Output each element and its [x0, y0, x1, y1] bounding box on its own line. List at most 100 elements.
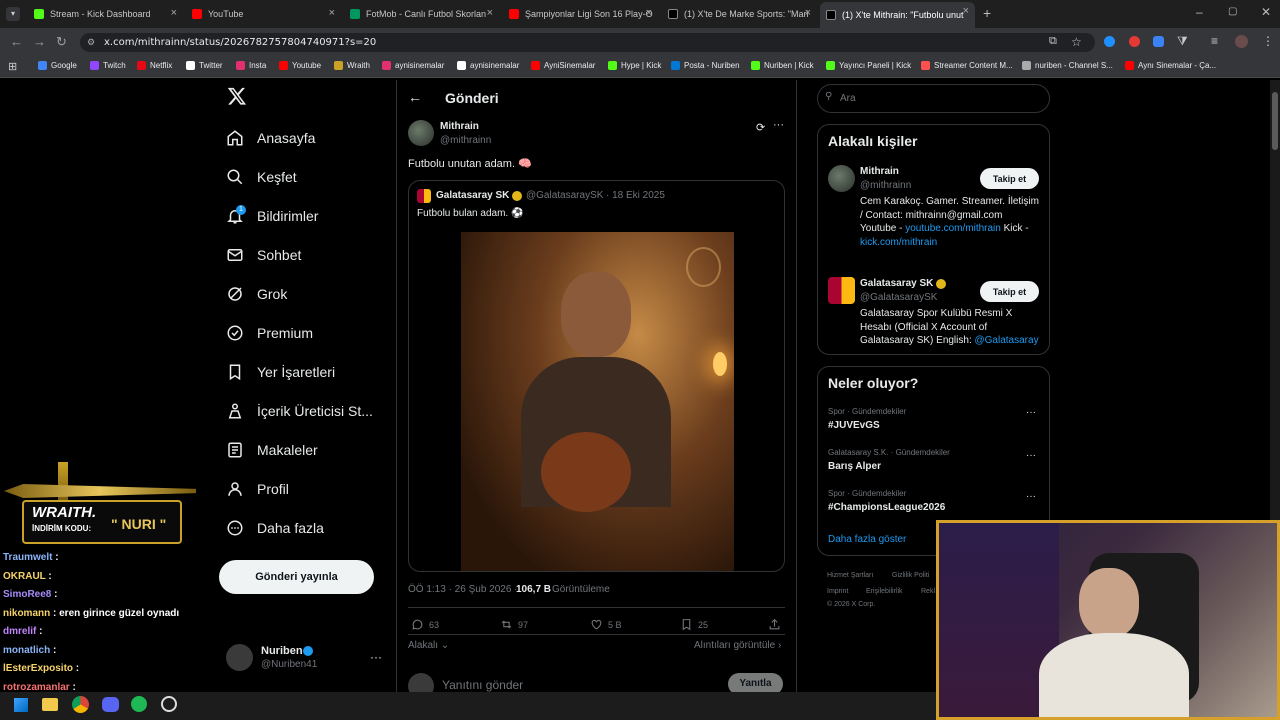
bookmark-star-icon[interactable]: ☆: [1071, 35, 1082, 49]
bookmark-item[interactable]: Twitter: [186, 61, 223, 70]
x-logo[interactable]: [227, 86, 247, 111]
tab-champions-league[interactable]: Şampiyonlar Ligi Son 16 Play-O ×: [503, 4, 658, 24]
trend-more-icon[interactable]: ···: [1026, 407, 1036, 418]
nav-more[interactable]: Daha fazla: [226, 519, 324, 537]
repost-button[interactable]: 97: [500, 618, 528, 631]
footer-link[interactable]: Gizlilik Politi: [892, 572, 929, 579]
view-quotes-link[interactable]: Alıntıları görüntüle ›: [694, 640, 781, 651]
bookmark-item[interactable]: Hype | Kick: [608, 61, 661, 70]
share-button[interactable]: [768, 618, 786, 631]
menu-kebab-icon[interactable]: ⋮: [1262, 34, 1274, 48]
bookmark-item[interactable]: Twitch: [90, 61, 126, 70]
quoted-post[interactable]: Galatasaray SK @GalatasaraySK · 18 Eki 2…: [408, 180, 785, 572]
post-button[interactable]: Gönderi yayınla: [219, 560, 374, 594]
extensions-puzzle-icon[interactable]: ⧩: [1177, 34, 1188, 49]
bookmark-item[interactable]: Nuriben | Kick: [751, 61, 814, 70]
tab-youtube[interactable]: YouTube ×: [186, 4, 341, 24]
chrome-icon[interactable]: [72, 696, 89, 713]
footer-link[interactable]: Rekl: [921, 588, 935, 595]
minimize-window-icon[interactable]: –: [1196, 5, 1203, 19]
sort-replies-dropdown[interactable]: Alakalı ⌄: [408, 640, 449, 651]
nav-chat[interactable]: Sohbet: [226, 246, 301, 264]
restore-window-icon[interactable]: ▢: [1228, 6, 1237, 17]
person-name[interactable]: Galatasaray SK: [860, 278, 933, 289]
reload-icon[interactable]: ↻: [56, 34, 67, 50]
spotify-icon[interactable]: [131, 696, 147, 712]
forward-icon[interactable]: →: [33, 34, 46, 49]
bookmark-item[interactable]: nuriben - Channel S...: [1022, 61, 1113, 70]
trend-topic[interactable]: #ChampionsLeague2026: [828, 502, 945, 513]
author-name[interactable]: Mithrain: [440, 121, 479, 132]
close-tab-icon[interactable]: ×: [805, 7, 811, 19]
bookmark-item[interactable]: Wraith: [334, 61, 370, 70]
nav-explore[interactable]: Keşfet: [226, 168, 297, 186]
extension-icon[interactable]: [1104, 36, 1115, 47]
scrollbar-thumb[interactable]: [1272, 92, 1278, 150]
follow-button[interactable]: Takip et: [980, 168, 1039, 189]
obs-icon[interactable]: [161, 696, 177, 712]
nav-profile[interactable]: Profil: [226, 480, 289, 498]
close-tab-icon[interactable]: ×: [171, 7, 177, 19]
youtube-link[interactable]: youtube.com/mithrain: [905, 223, 1001, 234]
footer-link[interactable]: Imprint: [827, 588, 848, 595]
nav-articles[interactable]: Makaleler: [226, 441, 318, 459]
reading-list-icon[interactable]: ≡: [1211, 34, 1218, 48]
bookmark-item[interactable]: aynisinemalar: [457, 61, 519, 70]
bookmark-item[interactable]: Yayıncı Paneli | Kick: [826, 61, 911, 70]
close-window-icon[interactable]: ✕: [1261, 5, 1271, 19]
nav-creator-studio[interactable]: İçerik Üreticisi St...: [226, 402, 373, 420]
nav-premium[interactable]: Premium: [226, 324, 313, 342]
bookmark-item[interactable]: Netflix: [137, 61, 172, 70]
trend-topic[interactable]: Barış Alper: [828, 461, 881, 472]
follow-button[interactable]: Takip et: [980, 281, 1039, 302]
galatasaray-link[interactable]: @Galatasaray: [975, 335, 1039, 346]
tab-fotmob[interactable]: FotMob - Canlı Futbol Skorlan ×: [344, 4, 499, 24]
bookmark-item[interactable]: AyniSinemalar: [531, 61, 595, 70]
close-tab-icon[interactable]: ×: [963, 5, 969, 17]
show-more-link[interactable]: Daha fazla göster: [828, 534, 906, 545]
close-tab-icon[interactable]: ×: [487, 7, 493, 19]
post-image[interactable]: [461, 232, 734, 571]
nav-grok[interactable]: Grok: [226, 285, 287, 303]
apps-grid-icon[interactable]: ⊞: [8, 60, 17, 73]
footer-link[interactable]: Hizmet Şartları: [827, 572, 873, 579]
kick-link[interactable]: kick.com/mithrain: [860, 237, 937, 248]
bookmark-item[interactable]: Google: [38, 61, 77, 70]
nav-home[interactable]: Anasayfa: [226, 129, 315, 147]
windows-start-icon[interactable]: [14, 698, 28, 712]
address-bar[interactable]: x.com/mithrainn/status/20267827578047409…: [80, 33, 1095, 52]
file-explorer-icon[interactable]: [42, 698, 58, 711]
like-button[interactable]: 5 B: [590, 618, 622, 631]
author-handle[interactable]: @mithrainn: [440, 135, 491, 146]
person-avatar[interactable]: [828, 165, 855, 192]
site-info-icon[interactable]: ⚙: [87, 37, 95, 48]
grok-explain-icon[interactable]: ⟳: [756, 121, 765, 134]
post-more-icon[interactable]: ···: [773, 119, 784, 131]
close-tab-icon[interactable]: ×: [646, 7, 652, 19]
author-avatar[interactable]: [408, 120, 434, 146]
reply-input[interactable]: Yanıtını gönder: [442, 678, 523, 692]
bookmark-item[interactable]: aynisinemalar: [382, 61, 444, 70]
tab-kick-dashboard[interactable]: Stream - Kick Dashboard ×: [28, 4, 183, 24]
bookmark-button[interactable]: 25: [680, 618, 708, 631]
extension-icon[interactable]: [1153, 36, 1164, 47]
profile-avatar-icon[interactable]: [1235, 35, 1248, 48]
footer-link[interactable]: Erişilebilirlik: [866, 588, 903, 595]
tab-x-mithrain[interactable]: (1) X'te Mithrain: "Futbolu unut ×: [820, 2, 975, 28]
galatasaray-avatar[interactable]: [828, 277, 855, 304]
trend-more-icon[interactable]: ···: [1026, 491, 1036, 502]
trend-topic[interactable]: #JUVEvGS: [828, 420, 880, 431]
account-avatar[interactable]: [226, 644, 253, 671]
bookmark-item[interactable]: Posta - Nuriben: [671, 61, 740, 70]
person-name[interactable]: Mithrain: [860, 166, 899, 177]
person-handle[interactable]: @mithrainn: [860, 180, 911, 191]
install-app-icon[interactable]: ⧉: [1049, 35, 1057, 48]
person-handle[interactable]: @GalatasaraySK: [860, 292, 937, 303]
account-name[interactable]: Nuriben: [261, 645, 303, 657]
search-input[interactable]: Ara: [817, 84, 1050, 113]
bookmark-item[interactable]: Aynı Sinemalar - Ça...: [1125, 61, 1216, 70]
tab-x-demarke[interactable]: (1) X'te De Marke Sports: "Mari ×: [662, 4, 817, 24]
bookmark-item[interactable]: Streamer Content M...: [921, 61, 1013, 70]
bookmark-item[interactable]: Youtube: [279, 61, 321, 70]
post-timestamp[interactable]: ÖÖ 1:13 · 26 Şub 2026 ·: [408, 584, 518, 595]
